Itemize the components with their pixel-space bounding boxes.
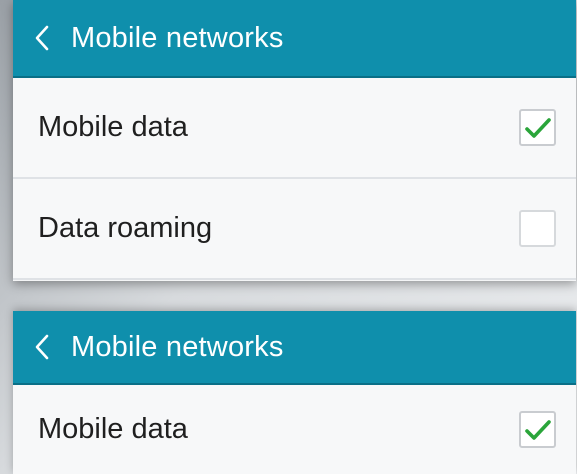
app-header: Mobile networks: [13, 0, 576, 78]
setting-row-mobile-data[interactable]: Mobile data: [13, 385, 576, 474]
page-title[interactable]: Mobile networks: [71, 22, 284, 55]
setting-label: Data roaming: [38, 212, 213, 244]
checkmark-icon: [524, 419, 551, 440]
data-roaming-checkbox[interactable]: [519, 210, 556, 247]
settings-screen-top: Mobile networks Mobile data Data roaming: [13, 0, 576, 281]
settings-screen-bottom: Mobile networks Mobile data: [13, 311, 576, 474]
setting-row-data-roaming[interactable]: Data roaming: [13, 179, 576, 280]
mobile-data-checkbox[interactable]: [519, 411, 556, 448]
app-header: Mobile networks: [13, 311, 576, 385]
mobile-data-checkbox[interactable]: [519, 109, 556, 146]
chevron-left-icon[interactable]: [29, 332, 55, 362]
checkmark-icon: [524, 117, 551, 138]
setting-label: Mobile data: [38, 413, 188, 445]
chevron-left-icon[interactable]: [29, 23, 55, 53]
setting-label: Mobile data: [38, 111, 188, 143]
page-title[interactable]: Mobile networks: [71, 331, 284, 364]
setting-row-mobile-data[interactable]: Mobile data: [13, 78, 576, 179]
